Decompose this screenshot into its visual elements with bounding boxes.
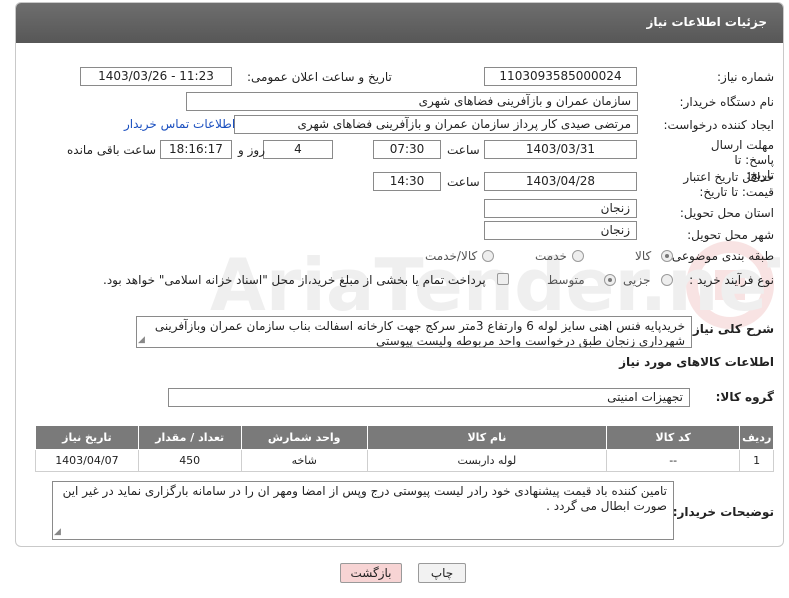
remaining-time-label: ساعت باقی مانده — [67, 143, 157, 157]
reply-deadline-date: 1403/03/31 — [484, 140, 637, 159]
process-radio-medium[interactable] — [604, 274, 616, 286]
buyer-notes-label: توضیحات خریدار: — [672, 505, 774, 519]
requester-label: ایجاد کننده درخواست: — [663, 118, 774, 132]
col-unit: واحد شمارش — [240, 425, 368, 450]
remaining-days-label: روز و — [238, 143, 265, 157]
need-number-field: 1103093585000024 — [484, 67, 637, 86]
price-validity-date: 1403/04/28 — [484, 172, 637, 191]
buyer-notes-field: تامین کننده باد قیمت پیشنهادی خود رادر ل… — [52, 481, 674, 540]
need-number-label: شماره نیاز: — [717, 70, 774, 84]
cell-item-code: -- — [606, 449, 741, 472]
province-field: زنجان — [484, 199, 637, 218]
cell-quantity: 450 — [137, 449, 242, 472]
category-option-goods: کالا — [635, 249, 652, 263]
description-field: خریدپایه فنس اهنی سایز لوله 6 وارتفاع 3م… — [136, 316, 692, 348]
buyer-org-label: نام دستگاه خریدار: — [679, 95, 775, 109]
reply-deadline-time: 07:30 — [373, 140, 441, 159]
remaining-time: 18:16:17 — [160, 140, 232, 159]
process-type-label: نوع فرآیند خرید : — [689, 273, 774, 287]
process-radio-minor[interactable] — [661, 274, 673, 286]
announce-datetime-label: تاریخ و ساعت اعلان عمومی: — [247, 70, 392, 84]
goods-table-header: تاریخ نیاز تعداد / مقدار واحد شمارش نام … — [35, 425, 774, 450]
goods-section-title: اطلاعات کالاهای مورد نیاز — [619, 355, 774, 369]
category-option-goods-service: کالا/خدمت — [425, 249, 478, 263]
category-radio-goods[interactable] — [661, 250, 673, 262]
price-validity-time-label: ساعت — [447, 175, 480, 189]
category-radio-goods-service[interactable] — [482, 250, 494, 262]
cell-unit: شاخه — [240, 449, 368, 472]
buyer-contact-link[interactable]: اطلاعات تماس خریدار — [124, 117, 235, 131]
description-label: شرح کلی نیاز: — [688, 322, 774, 336]
category-option-service: خدمت — [535, 249, 567, 263]
city-field: زنجان — [484, 221, 637, 240]
resize-handle-icon[interactable]: ◢ — [138, 335, 145, 345]
panel-title: جزئیات اطلاعات نیاز — [646, 15, 767, 29]
goods-table: تاریخ نیاز تعداد / مقدار واحد شمارش نام … — [35, 425, 774, 472]
announce-datetime-field: 1403/03/26 - 11:23 — [80, 67, 232, 86]
col-need-date: تاریخ نیاز — [35, 425, 139, 450]
reply-deadline-time-label: ساعت — [447, 143, 480, 157]
requester-field: مرتضی صیدی کار پرداز سازمان عمران و بازآ… — [234, 115, 638, 134]
price-validity-label: حداقل تاریخ اعتبار قیمت: تا تاریخ: — [683, 170, 774, 199]
goods-group-field: تجهیزات امنیتی — [168, 388, 690, 407]
process-option-medium: متوسط — [547, 273, 585, 287]
category-radio-service[interactable] — [572, 250, 584, 262]
back-button[interactable]: بازگشت — [340, 563, 402, 583]
col-quantity: تعداد / مقدار — [137, 425, 242, 450]
resize-handle-icon[interactable]: ◢ — [54, 527, 61, 537]
col-item-code: کد کالا — [606, 425, 741, 450]
table-row: 1403/04/07 450 شاخه لوله داربست -- 1 — [35, 449, 774, 472]
col-row: ردیف — [739, 425, 774, 450]
remaining-days: 4 — [263, 140, 333, 159]
treasury-docs-note: پرداخت تمام یا بخشی از مبلغ خرید،از محل … — [103, 273, 486, 287]
goods-group-label: گروه کالا: — [715, 390, 774, 404]
process-option-minor: جزیی — [623, 273, 651, 287]
print-button[interactable]: چاپ — [418, 563, 466, 583]
col-item-name: نام کالا — [366, 425, 608, 450]
cell-need-date: 1403/04/07 — [35, 449, 139, 472]
city-label: شهر محل تحویل: — [687, 228, 774, 242]
price-validity-time: 14:30 — [373, 172, 441, 191]
category-label: طبقه بندی موضوعی: — [667, 249, 774, 263]
cell-row: 1 — [739, 449, 774, 472]
treasury-docs-checkbox[interactable] — [497, 273, 509, 285]
province-label: استان محل تحویل: — [679, 206, 774, 220]
buyer-org-field: سازمان عمران و بازآفرینی فضاهای شهری — [186, 92, 638, 111]
panel-header: جزئیات اطلاعات نیاز — [16, 3, 783, 43]
cell-item-name: لوله داربست — [366, 449, 608, 472]
